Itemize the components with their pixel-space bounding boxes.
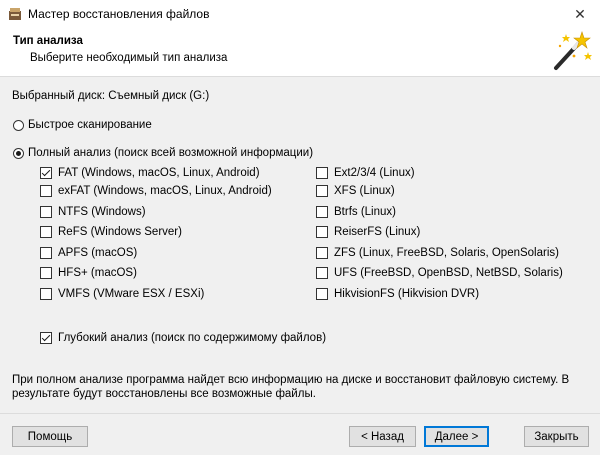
title-bar: Мастер восстановления файлов ✕ xyxy=(0,0,600,28)
fs-checkbox-apfs[interactable]: APFS (macOS) xyxy=(40,246,137,260)
close-icon: ✕ xyxy=(574,5,586,22)
deep-scan-label: Глубокий анализ (поиск по содержимому фа… xyxy=(58,332,327,344)
checkbox[interactable] xyxy=(40,226,52,238)
fs-checkbox-hikvisionfs[interactable]: HikvisionFS (Hikvision DVR) xyxy=(316,287,479,301)
fs-label: XFS (Linux) xyxy=(334,185,395,197)
checkbox[interactable] xyxy=(40,247,52,259)
checkbox[interactable] xyxy=(40,167,52,179)
fs-checkbox-btrfs[interactable]: Btrfs (Linux) xyxy=(316,205,396,219)
fs-checkbox-reiserfs[interactable]: ReiserFS (Linux) xyxy=(316,225,420,239)
checkbox[interactable] xyxy=(316,267,328,279)
checkbox[interactable] xyxy=(316,247,328,259)
checkbox[interactable] xyxy=(316,226,328,238)
fs-checkbox-ntfs[interactable]: NTFS (Windows) xyxy=(40,205,146,219)
fs-checkbox-zfs[interactable]: ZFS (Linux, FreeBSD, Solaris, OpenSolari… xyxy=(316,246,559,260)
fs-checkbox-ufs[interactable]: UFS (FreeBSD, OpenBSD, NetBSD, Solaris) xyxy=(316,266,563,280)
quick-scan-radio[interactable]: Быстрое сканирование xyxy=(13,119,152,131)
fs-checkbox-hfs[interactable]: HFS+ (macOS) xyxy=(40,266,137,280)
quick-scan-radio-button[interactable] xyxy=(13,119,24,131)
analysis-info-text: При полном анализе программа найдет всю … xyxy=(12,374,570,400)
checkbox[interactable] xyxy=(40,288,52,300)
fs-checkbox-refs[interactable]: ReFS (Windows Server) xyxy=(40,225,182,239)
checkbox[interactable] xyxy=(40,267,52,279)
wizard-header: Тип анализа Выберите необходимый тип ана… xyxy=(0,28,600,77)
wizard-body: Выбранный диск: Съемный диск (G:) Быстро… xyxy=(0,77,600,413)
checkbox[interactable] xyxy=(40,332,52,344)
full-scan-label: Полный анализ (поиск всей возможной инфо… xyxy=(28,147,314,159)
fs-label: UFS (FreeBSD, OpenBSD, NetBSD, Solaris) xyxy=(334,267,563,279)
fs-label: Ext2/3/4 (Linux) xyxy=(334,167,415,179)
header-title: Тип анализа xyxy=(13,35,83,47)
fs-label: ReiserFS (Linux) xyxy=(334,226,421,238)
full-scan-radio[interactable]: Полный анализ (поиск всей возможной инфо… xyxy=(13,147,313,159)
checkbox[interactable] xyxy=(316,288,328,300)
fs-label: APFS (macOS) xyxy=(58,247,138,259)
fs-label: Btrfs (Linux) xyxy=(334,206,396,218)
back-button[interactable]: < Назад xyxy=(349,426,416,447)
selected-disk-label: Выбранный диск: Съемный диск (G:) xyxy=(12,90,210,102)
checkbox[interactable] xyxy=(316,185,328,197)
wizard-footer: Помощь < Назад Далее > Закрыть xyxy=(0,413,600,455)
fs-checkbox-vmfs[interactable]: VMFS (VMware ESX / ESXi) xyxy=(40,287,204,301)
close-button[interactable]: Закрыть xyxy=(524,426,589,447)
fs-checkbox-exfat[interactable]: exFAT (Windows, macOS, Linux, Android) xyxy=(40,184,272,198)
window-close-button[interactable]: ✕ xyxy=(560,0,600,28)
fs-label: ReFS (Windows Server) xyxy=(58,226,182,238)
checkbox[interactable] xyxy=(40,185,52,197)
app-icon xyxy=(9,8,21,20)
header-subtitle: Выберите необходимый тип анализа xyxy=(30,52,228,64)
fs-checkbox-fat[interactable]: FAT (Windows, macOS, Linux, Android) xyxy=(40,166,260,180)
fs-checkbox-ext[interactable]: Ext2/3/4 (Linux) xyxy=(316,166,415,180)
next-button[interactable]: Далее > xyxy=(424,426,489,447)
checkbox[interactable] xyxy=(316,206,328,218)
help-button[interactable]: Помощь xyxy=(12,426,88,447)
fs-label: NTFS (Windows) xyxy=(58,206,146,218)
quick-scan-label: Быстрое сканирование xyxy=(28,119,152,131)
recovery-wizard-window: Мастер восстановления файлов ✕ Тип анали… xyxy=(0,0,600,455)
fs-label: HFS+ (macOS) xyxy=(58,267,137,279)
checkbox[interactable] xyxy=(316,167,328,179)
fs-label: FAT (Windows, macOS, Linux, Android) xyxy=(58,167,260,179)
magic-wand-icon xyxy=(554,31,592,70)
fs-label: ZFS (Linux, FreeBSD, Solaris, OpenSolari… xyxy=(334,247,559,259)
window-title: Мастер восстановления файлов xyxy=(28,7,210,21)
full-scan-radio-button[interactable] xyxy=(13,147,24,159)
fs-label: exFAT (Windows, macOS, Linux, Android) xyxy=(58,185,272,197)
fs-label: VMFS (VMware ESX / ESXi) xyxy=(58,288,205,300)
deep-scan-checkbox[interactable]: Глубокий анализ (поиск по содержимому фа… xyxy=(40,331,326,345)
fs-label: HikvisionFS (Hikvision DVR) xyxy=(334,288,480,300)
fs-checkbox-xfs[interactable]: XFS (Linux) xyxy=(316,184,395,198)
checkbox[interactable] xyxy=(40,206,52,218)
